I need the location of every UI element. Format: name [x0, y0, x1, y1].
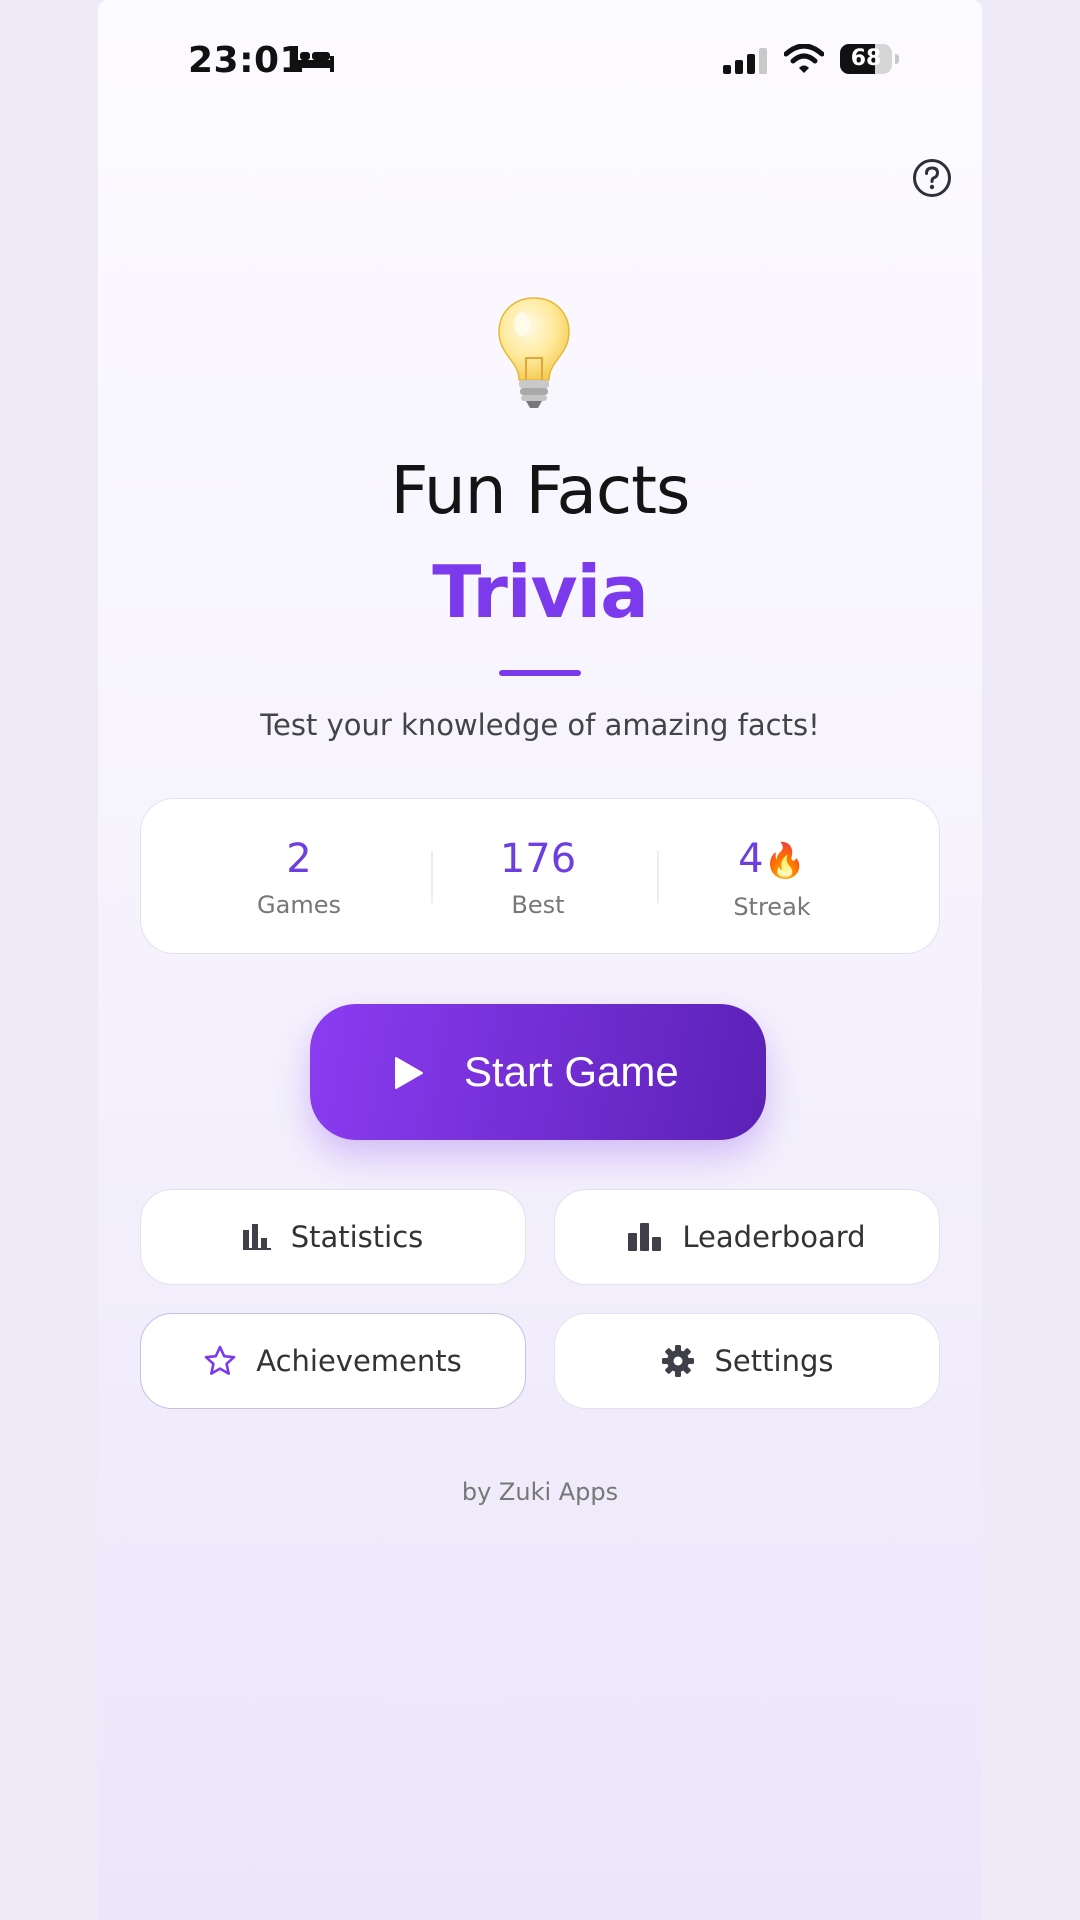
- stat-best: 176 Best: [428, 835, 648, 919]
- stat-best-value: 176: [499, 836, 577, 882]
- leaderboard-icon: [628, 1223, 662, 1251]
- stat-separator: [657, 851, 659, 903]
- app-title: Fun Facts: [390, 452, 691, 529]
- stat-games-label: Games: [257, 891, 341, 919]
- battery-body: 68: [840, 44, 892, 74]
- achievements-button[interactable]: Achievements: [140, 1313, 526, 1409]
- tagline: Test your knowledge of amazing facts!: [260, 708, 820, 742]
- fire-icon: 🔥: [763, 841, 806, 881]
- app-subtitle: Trivia: [432, 550, 649, 634]
- achievements-label: Achievements: [256, 1344, 462, 1378]
- stat-streak: 4🔥 Streak: [662, 835, 882, 921]
- leaderboard-button[interactable]: Leaderboard: [554, 1189, 940, 1285]
- app-screen: 23:01 68 Fun Facts Trivia Test your know…: [98, 0, 982, 1920]
- stat-streak-label: Streak: [733, 893, 811, 921]
- statistics-label: Statistics: [290, 1220, 424, 1254]
- title-divider: [499, 670, 581, 676]
- settings-label: Settings: [714, 1344, 834, 1378]
- play-icon: [395, 1057, 423, 1089]
- stats-card: 2 Games 176 Best 4🔥 Streak: [140, 798, 940, 954]
- stat-streak-value-row: 4🔥: [662, 835, 882, 885]
- gear-icon: [661, 1344, 695, 1378]
- footer-credit: by Zuki Apps: [461, 1478, 619, 1506]
- statistics-button[interactable]: Statistics: [140, 1189, 526, 1285]
- star-outline-icon: [204, 1345, 236, 1377]
- stat-games: 2 Games: [189, 835, 409, 919]
- bar-chart-icon: [242, 1224, 271, 1250]
- help-question-icon[interactable]: [912, 158, 952, 198]
- start-game-label: Start Game: [464, 1048, 679, 1095]
- status-time: 23:01: [188, 40, 306, 81]
- light-bulb-icon: [498, 297, 570, 408]
- cellular-signal-icon: [723, 48, 767, 74]
- battery-indicator: 68: [840, 44, 900, 74]
- start-game-button[interactable]: Start Game: [310, 1004, 766, 1140]
- wifi-icon: [784, 44, 824, 73]
- battery-level: 68: [850, 46, 882, 71]
- leaderboard-label: Leaderboard: [682, 1220, 866, 1254]
- settings-button[interactable]: Settings: [554, 1313, 940, 1409]
- status-bar: 23:01 68: [98, 30, 982, 90]
- battery-tip: [895, 54, 899, 64]
- stat-best-label: Best: [511, 891, 565, 919]
- sleep-bed-icon: [294, 46, 334, 72]
- stat-games-value: 2: [286, 836, 312, 882]
- stat-streak-value: 4: [738, 836, 764, 882]
